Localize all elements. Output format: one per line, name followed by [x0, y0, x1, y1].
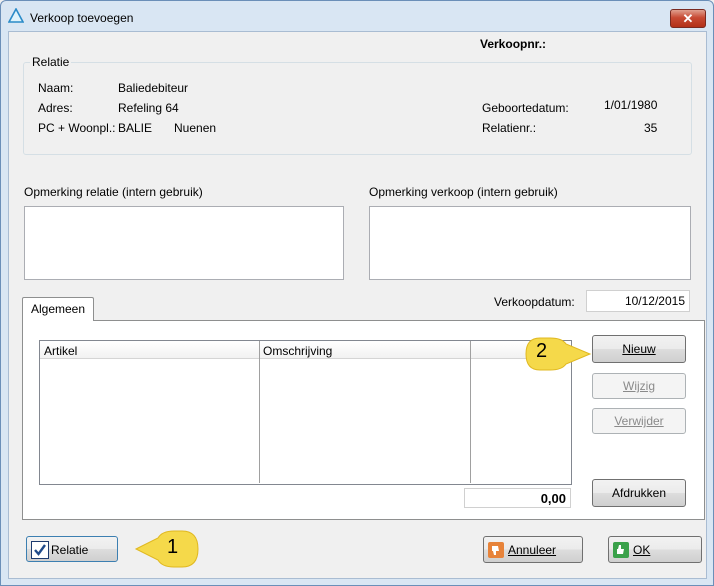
totaal-field: 0,00	[464, 488, 571, 508]
tab-algemeen[interactable]: Algemeen	[22, 297, 94, 321]
pc-woonplaats-label: PC + Woonpl.:	[38, 121, 116, 135]
app-triangle-icon	[7, 7, 25, 24]
nieuw-button-label: Nieuw	[622, 342, 656, 356]
thumbs-up-icon	[613, 542, 629, 558]
verkoopdatum-label: Verkoopdatum:	[494, 295, 575, 309]
opmerking-verkoop-label: Opmerking verkoop (intern gebruik)	[369, 185, 558, 199]
geboortedatum-value: 1/01/1980	[604, 98, 658, 112]
callout-2	[520, 334, 592, 377]
opmerking-relatie-label: Opmerking relatie (intern gebruik)	[24, 185, 203, 199]
afdrukken-button[interactable]: Afdrukken	[592, 479, 686, 507]
verkoopnr-label: Verkoopnr.:	[480, 37, 547, 51]
adres-value: Refeling 64	[118, 101, 179, 115]
nieuw-button[interactable]: Nieuw	[592, 335, 686, 363]
annuleer-button[interactable]: Annuleer	[483, 536, 583, 563]
afdrukken-button-label: Afdrukken	[611, 486, 667, 500]
annuleer-button-label: Annuleer	[508, 543, 557, 557]
window-title: Verkoop toevoegen	[30, 11, 134, 25]
wijzig-button[interactable]: Wijzig	[592, 373, 686, 399]
verwijder-button-label: Verwijder	[614, 414, 664, 428]
relatie-button-label: Relatie	[51, 543, 89, 557]
relatienr-value: 35	[644, 121, 658, 135]
woonplaats-value: Nuenen	[174, 121, 217, 135]
verkoopdatum-field[interactable]: 10/12/2015	[586, 290, 690, 312]
column-artikel[interactable]: Artikel	[44, 344, 77, 358]
column-omschrijving[interactable]: Omschrijving	[263, 344, 332, 358]
ok-button[interactable]: OK	[608, 536, 702, 563]
postcode-value: BALIE	[118, 121, 153, 135]
ok-button-label: OK	[633, 543, 651, 557]
checkbox-checked-icon	[31, 541, 49, 559]
verwijder-button[interactable]: Verwijder	[592, 408, 686, 434]
relatie-button[interactable]: Relatie	[26, 536, 118, 562]
grid-column-divider	[259, 341, 260, 483]
artikel-grid[interactable]	[39, 340, 572, 485]
naam-value: Baliedebiteur	[118, 81, 189, 95]
callout-1-number: 1	[167, 536, 179, 558]
opmerking-relatie-memo[interactable]	[24, 206, 344, 280]
callout-2-number: 2	[536, 340, 548, 362]
adres-label: Adres:	[38, 101, 73, 115]
wijzig-button-label: Wijzig	[623, 379, 655, 393]
relatienr-label: Relatienr.:	[482, 121, 537, 135]
opmerking-verkoop-memo[interactable]	[369, 206, 691, 280]
thumbs-down-icon	[488, 542, 504, 558]
close-button[interactable]: ✕	[670, 9, 706, 28]
geboortedatum-label: Geboortedatum:	[482, 101, 569, 115]
grid-column-divider	[470, 341, 471, 483]
relatie-group-title: Relatie	[30, 55, 72, 69]
naam-label: Naam:	[38, 81, 74, 95]
